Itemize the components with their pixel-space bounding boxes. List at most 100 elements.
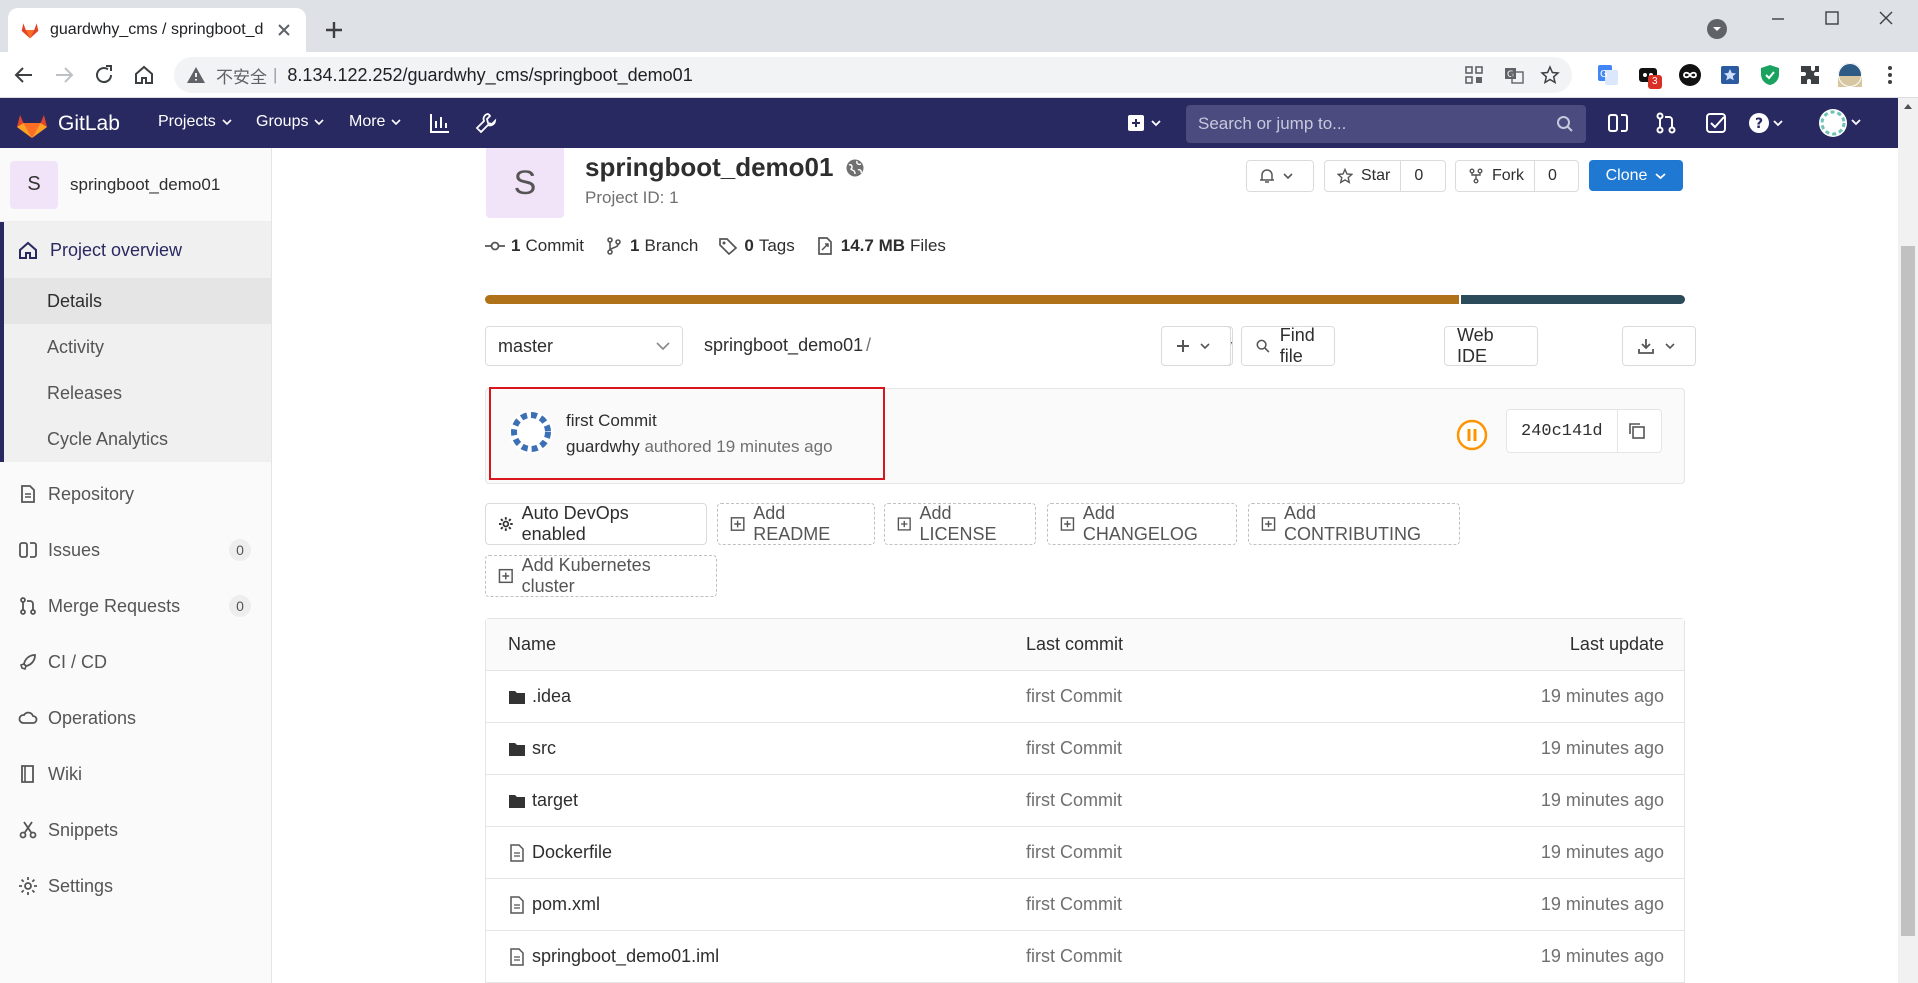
url-text[interactable]: 8.134.122.252/guardwhy_cms/springboot_de…: [287, 65, 692, 86]
file-name-cell[interactable]: target: [486, 790, 1026, 811]
profile-avatar-icon[interactable]: [1838, 63, 1862, 87]
bookmark-star-icon[interactable]: [1540, 65, 1560, 85]
file-name-cell[interactable]: src: [486, 738, 1026, 759]
sidebar-item-project-overview[interactable]: Project overview: [4, 222, 271, 278]
file-name-cell[interactable]: pom.xml: [486, 894, 1026, 915]
extensions-puzzle-icon[interactable]: [1798, 63, 1822, 87]
commit-title[interactable]: first Commit: [566, 411, 657, 431]
table-row[interactable]: pom.xml first Commit 19 minutes ago: [486, 879, 1684, 931]
sidebar-item-wiki[interactable]: Wiki: [0, 746, 271, 802]
admin-wrench-icon[interactable]: [474, 111, 498, 135]
pipeline-paused-icon[interactable]: [1456, 419, 1488, 451]
commit-author-avatar[interactable]: [508, 409, 554, 455]
add-changelog-button[interactable]: Add CHANGELOG: [1047, 503, 1237, 545]
extension-with-badge[interactable]: 3: [1636, 63, 1662, 89]
table-row[interactable]: springboot_demo01.iml first Commit 19 minu…: [486, 931, 1684, 983]
new-tab-icon[interactable]: [320, 16, 348, 44]
file-name[interactable]: src: [532, 738, 556, 759]
file-name-cell[interactable]: springboot_demo01.iml: [486, 946, 1026, 967]
close-window-icon[interactable]: [1866, 6, 1906, 32]
tab-search-icon[interactable]: [1706, 18, 1728, 40]
file-name[interactable]: pom.xml: [532, 894, 600, 915]
add-readme-button[interactable]: Add README: [717, 503, 875, 545]
auto-devops-button[interactable]: Auto DevOps enabled: [485, 503, 707, 545]
maximize-window-icon[interactable]: [1812, 6, 1852, 32]
file-name[interactable]: .idea: [532, 686, 571, 707]
file-name[interactable]: Dockerfile: [532, 842, 612, 863]
copy-icon[interactable]: [1628, 422, 1646, 440]
sidebar-subitem-details[interactable]: Details: [4, 278, 271, 324]
branches-stat[interactable]: 1 Branch: [604, 236, 698, 256]
commits-stat[interactable]: 1 Commit: [485, 236, 584, 256]
files-size-stat[interactable]: 14.7 MB Files: [815, 236, 946, 256]
tags-stat[interactable]: 0 Tags: [718, 236, 795, 256]
sidebar-subitem-activity[interactable]: Activity: [4, 324, 271, 370]
close-tab-icon[interactable]: [274, 20, 294, 40]
gitlab-home-link[interactable]: GitLab: [16, 109, 120, 139]
commit-author[interactable]: guardwhy: [566, 437, 640, 456]
sidebar-item-merge-requests[interactable]: Merge Requests 0: [0, 578, 271, 634]
table-row[interactable]: src first Commit 19 minutes ago: [486, 723, 1684, 775]
file-commit-cell[interactable]: first Commit: [1026, 842, 1476, 863]
address-bar[interactable]: 不安全 | 8.134.122.252/guardwhy_cms/springb…: [174, 57, 1572, 93]
sidebar-item-issues[interactable]: Issues 0: [0, 522, 271, 578]
breadcrumb-project[interactable]: springboot_demo01: [704, 335, 863, 356]
file-commit-cell[interactable]: first Commit: [1026, 686, 1476, 707]
sidebar-item-ci-cd[interactable]: CI / CD: [0, 634, 271, 690]
branch-selector[interactable]: master: [485, 326, 683, 366]
sidebar-subitem-cycle-analytics[interactable]: Cycle Analytics: [4, 416, 271, 462]
reload-icon[interactable]: [92, 63, 116, 87]
sidebar-project-header[interactable]: S springboot_demo01: [0, 148, 271, 222]
global-search-box[interactable]: [1186, 105, 1586, 143]
sidebar-item-repository[interactable]: Repository: [0, 466, 271, 522]
google-translate-ext-icon[interactable]: G: [1596, 63, 1620, 87]
todos-icon[interactable]: [1704, 111, 1728, 135]
file-commit-cell[interactable]: first Commit: [1026, 738, 1476, 759]
add-kubernetes-button[interactable]: Add Kubernetes cluster: [485, 555, 717, 597]
add-file-dropdown[interactable]: [1161, 326, 1231, 366]
minimize-window-icon[interactable]: [1758, 6, 1798, 32]
user-avatar-icon[interactable]: [1818, 108, 1864, 138]
fork-button[interactable]: Fork 0: [1455, 160, 1579, 192]
bookmark-manager-ext-icon[interactable]: [1718, 63, 1742, 87]
star-button[interactable]: Star 0: [1324, 160, 1446, 192]
browser-menu-icon[interactable]: [1878, 63, 1902, 87]
home-icon[interactable]: [132, 63, 156, 87]
browser-tab[interactable]: guardwhy_cms / springboot_d: [8, 8, 306, 52]
forward-icon[interactable]: [52, 63, 76, 87]
find-file-button[interactable]: Find file: [1241, 325, 1335, 366]
qr-code-icon[interactable]: [1464, 65, 1484, 85]
scroll-up-arrow-icon[interactable]: [1903, 102, 1913, 110]
commit-sha[interactable]: 240c141d: [1507, 410, 1618, 452]
global-search-input[interactable]: [1198, 114, 1556, 134]
groups-menu[interactable]: Groups: [256, 113, 325, 131]
file-commit-cell[interactable]: first Commit: [1026, 894, 1476, 915]
projects-menu[interactable]: Projects: [158, 113, 232, 131]
file-commit-cell[interactable]: first Commit: [1026, 790, 1476, 811]
file-name-cell[interactable]: .idea: [486, 686, 1026, 707]
translate-icon[interactable]: G: [1504, 65, 1524, 85]
clone-button[interactable]: Clone: [1589, 160, 1683, 191]
download-dropdown[interactable]: [1622, 326, 1696, 366]
table-row[interactable]: target first Commit 19 minutes ago: [486, 775, 1684, 827]
add-license-button[interactable]: Add LICENSE: [884, 503, 1036, 545]
shield-ext-icon[interactable]: [1758, 63, 1782, 87]
sidebar-item-snippets[interactable]: Snippets: [0, 802, 271, 858]
web-ide-button[interactable]: Web IDE: [1444, 325, 1538, 366]
add-contributing-button[interactable]: Add CONTRIBUTING: [1248, 503, 1460, 545]
table-row[interactable]: .idea first Commit 19 minutes ago: [486, 671, 1684, 723]
file-commit-cell[interactable]: first Commit: [1026, 946, 1476, 967]
infinity-ext-icon[interactable]: [1678, 63, 1702, 87]
sidebar-item-settings[interactable]: Settings: [0, 858, 271, 914]
new-item-plus-icon[interactable]: [1126, 111, 1164, 135]
table-row[interactable]: Dockerfile first Commit 19 minutes ago: [486, 827, 1684, 879]
file-name-cell[interactable]: Dockerfile: [486, 842, 1026, 863]
file-name[interactable]: springboot_demo01.iml: [532, 946, 719, 967]
back-icon[interactable]: [12, 63, 36, 87]
file-name[interactable]: target: [532, 790, 578, 811]
more-menu[interactable]: More: [349, 113, 402, 131]
scrollbar-thumb[interactable]: [1901, 246, 1915, 936]
analytics-chart-icon[interactable]: [428, 111, 452, 135]
sidebar-item-operations[interactable]: Operations: [0, 690, 271, 746]
sidebar-subitem-releases[interactable]: Releases: [4, 370, 271, 416]
